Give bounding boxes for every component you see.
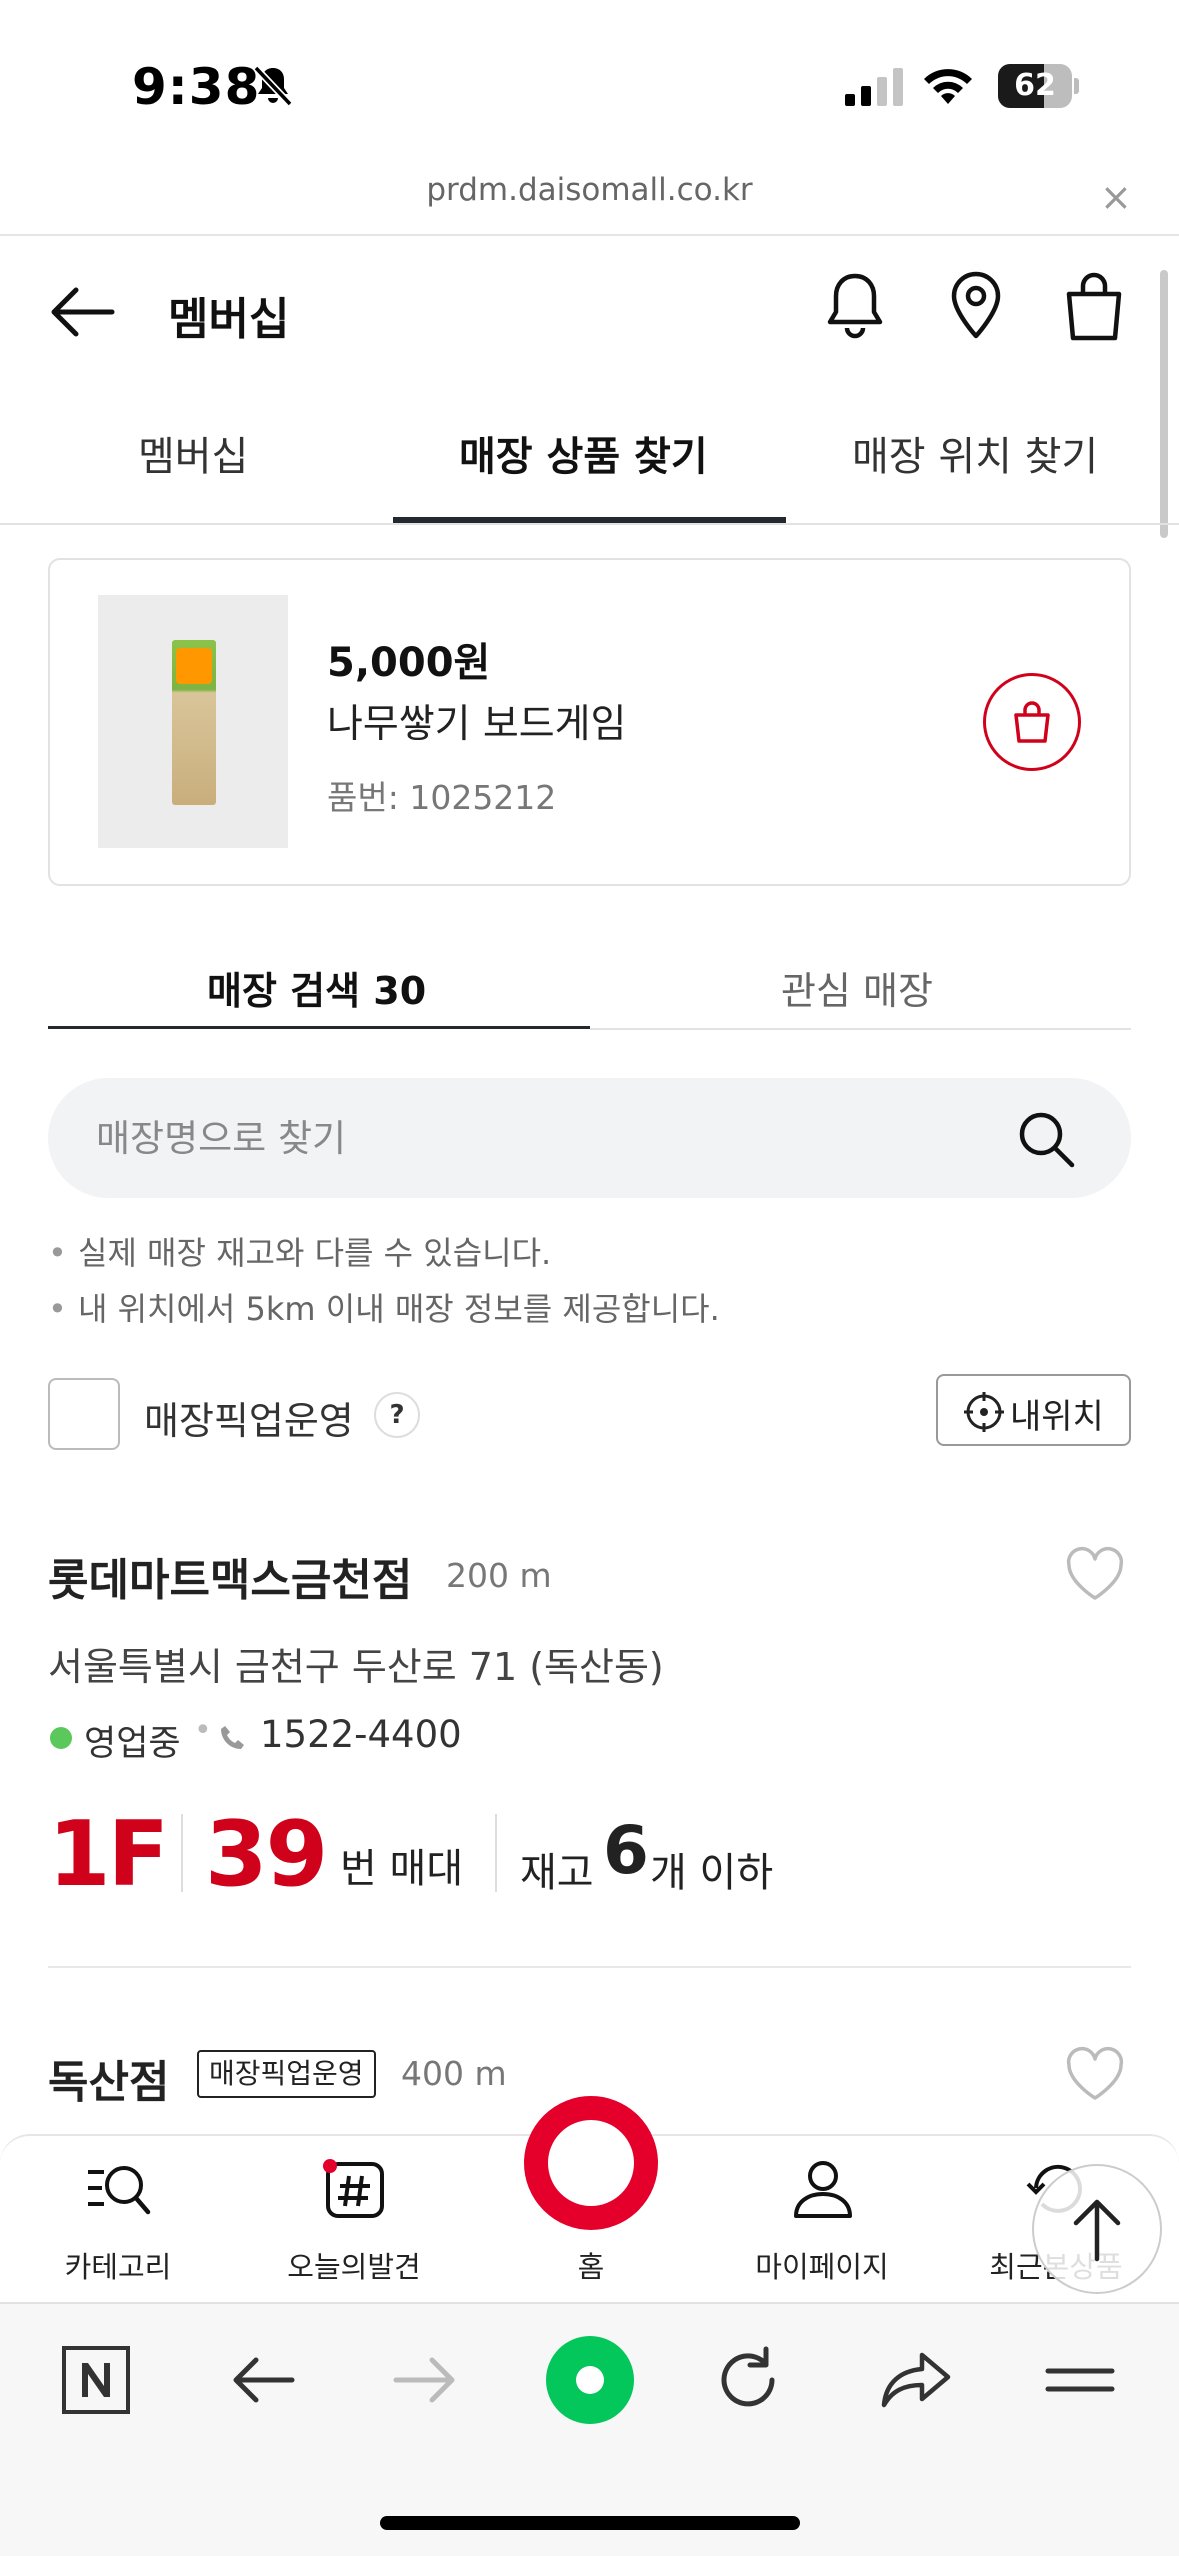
tab-membership[interactable]: 멤버십 [138, 424, 248, 482]
notification-bell-icon[interactable] [822, 270, 888, 340]
tab-divider [0, 523, 1179, 525]
wifi-icon [924, 69, 972, 104]
store-address: 서울특별시 금천구 두산로 71 (독산동) [48, 1645, 664, 1689]
url-divider [0, 234, 1179, 236]
pickup-checkbox[interactable] [48, 1378, 120, 1450]
reload-icon[interactable] [710, 2345, 790, 2415]
add-to-cart-button[interactable] [983, 673, 1081, 771]
subtab-active-indicator [48, 1026, 590, 1029]
store-phone[interactable]: 1522-4400 [260, 1713, 462, 1756]
store-distance: 400 m [401, 2054, 507, 2093]
product-image [98, 595, 288, 848]
tab-store-product-search[interactable]: 매장 상품 찾기 [459, 424, 708, 482]
floor-number: 1F [48, 1802, 169, 1907]
my-location-label: 내위치 [1010, 1397, 1104, 1437]
home-button[interactable] [524, 2096, 658, 2230]
notice-inventory: • 실제 매장 재고와 다를 수 있습니다. [48, 1234, 552, 1272]
aisle-number: 39 [205, 1802, 328, 1907]
person-icon [794, 2161, 852, 2218]
my-location-button[interactable]: 내위치 [936, 1374, 1131, 1446]
location-pin-icon[interactable] [946, 270, 1006, 342]
menu-icon[interactable] [1040, 2345, 1120, 2415]
stock-label: 재고 [520, 1850, 594, 1896]
stock-unit: 개 이하 [650, 1850, 774, 1896]
product-code: 품번: 1025212 [327, 778, 557, 817]
store-distance: 200 m [446, 1556, 552, 1595]
nav-label[interactable]: 홈 [524, 2244, 658, 2286]
url-bar[interactable]: prdm.daisomall.co.kr [0, 172, 1179, 208]
shopping-bag-icon[interactable] [1063, 270, 1125, 342]
category-search-icon [88, 2166, 151, 2215]
separator-dot: • [194, 1713, 212, 1748]
tab-favorite-stores[interactable]: 관심 매장 [781, 960, 933, 1015]
store-name[interactable]: 독산점 [48, 2046, 169, 2110]
share-icon[interactable] [876, 2345, 956, 2415]
scroll-to-top-button[interactable] [1032, 2164, 1162, 2294]
product-price: 5,000원 [327, 640, 491, 686]
store-search-input[interactable] [96, 1112, 946, 1164]
battery-icon: 62 [998, 64, 1079, 108]
crosshair-icon [964, 1392, 1004, 1432]
back-arrow-icon[interactable] [222, 2345, 302, 2415]
divider [181, 1814, 183, 1892]
naver-n-icon[interactable] [56, 2345, 136, 2415]
heart-icon[interactable] [1064, 2046, 1126, 2104]
scrollbar[interactable] [1160, 270, 1168, 538]
battery-level: 62 [1014, 68, 1056, 103]
divider [495, 1814, 497, 1892]
store-name[interactable]: 롯데마트맥스금천점 [48, 1544, 412, 1608]
tab-store-location-search[interactable]: 매장 위치 찾기 [852, 424, 1098, 482]
aisle-unit: 번 매대 [340, 1846, 464, 1892]
store-divider [48, 1966, 1131, 1968]
search-icon[interactable] [1015, 1108, 1077, 1170]
forward-arrow-icon[interactable] [386, 2345, 466, 2415]
pickup-badge: 매장픽업운영 [197, 2050, 376, 2098]
stock-count: 6 [603, 1812, 649, 1889]
notice-radius: • 내 위치에서 5km 이내 매장 정보를 제공합니다. [48, 1290, 720, 1328]
page-title: 멤버십 [168, 294, 290, 345]
nav-label: 오늘의발견 [287, 2250, 421, 2284]
bell-slash-icon [253, 65, 293, 107]
nav-label: 마이페이지 [755, 2250, 889, 2284]
tab-store-search[interactable]: 매장 검색 30 [207, 960, 426, 1015]
signal-icon [845, 68, 903, 106]
shopping-bag-icon [1014, 701, 1050, 743]
pickup-label[interactable]: 매장픽업운영 [144, 1390, 354, 1445]
arrow-up-icon [1073, 2199, 1121, 2262]
open-status-dot [50, 1727, 72, 1749]
status-time: 9:38 [132, 58, 261, 116]
home-indicator[interactable] [380, 2516, 800, 2530]
help-icon[interactable]: ? [374, 1392, 420, 1438]
subtab-divider [590, 1028, 1131, 1030]
back-arrow-icon[interactable] [48, 284, 118, 340]
heart-icon[interactable] [1064, 1546, 1126, 1604]
close-icon[interactable]: × [1100, 175, 1132, 219]
store-status: 영업중 [84, 1724, 181, 1764]
nav-label: 카테고리 [64, 2250, 172, 2284]
hashtag-icon [323, 2159, 384, 2218]
phone-icon [221, 1726, 244, 1749]
green-dot-icon[interactable] [544, 2334, 636, 2426]
product-name: 나무쌓기 보드게임 [327, 702, 627, 747]
